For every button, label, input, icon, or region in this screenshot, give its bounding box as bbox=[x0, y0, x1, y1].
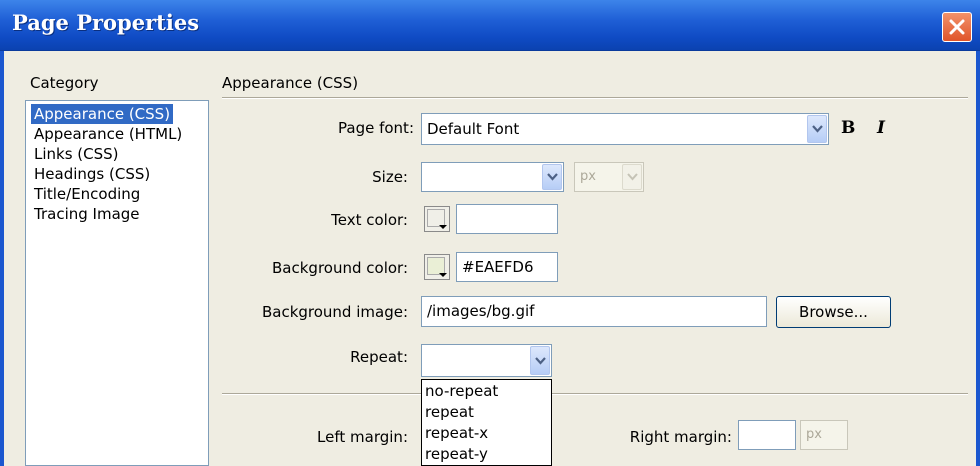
chevron-down-icon bbox=[542, 164, 562, 190]
background-color-value: #EAEFD6 bbox=[462, 258, 534, 276]
section-heading: Appearance (CSS) bbox=[222, 74, 359, 92]
title-bar: Page Properties bbox=[0, 0, 980, 51]
italic-button[interactable]: I bbox=[877, 118, 885, 138]
repeat-label: Repeat: bbox=[350, 348, 408, 366]
text-color-picker[interactable] bbox=[424, 206, 450, 232]
category-item-tracing-image[interactable]: Tracing Image bbox=[31, 204, 143, 224]
background-image-value: /images/bg.gif bbox=[427, 302, 535, 320]
background-image-input[interactable]: /images/bg.gif bbox=[421, 296, 767, 327]
repeat-option-repeat-y[interactable]: repeat-y bbox=[425, 444, 488, 465]
page-font-label: Page font: bbox=[338, 119, 414, 137]
right-margin-unit-value: px bbox=[806, 427, 822, 442]
category-item-appearance-html[interactable]: Appearance (HTML) bbox=[31, 124, 185, 144]
close-button[interactable] bbox=[942, 12, 972, 42]
repeat-dropdown-list[interactable]: no-repeat repeat repeat-x repeat-y bbox=[421, 379, 552, 466]
page-font-select[interactable]: Default Font bbox=[421, 113, 829, 145]
browse-button-label: Browse... bbox=[799, 303, 868, 321]
background-image-label: Background image: bbox=[261, 303, 408, 321]
window-border-left bbox=[0, 51, 4, 466]
repeat-select[interactable] bbox=[421, 344, 552, 377]
margin-divider bbox=[222, 393, 968, 395]
text-color-input[interactable] bbox=[456, 204, 558, 234]
right-margin-input[interactable] bbox=[738, 420, 796, 450]
text-color-label: Text color: bbox=[331, 211, 408, 229]
size-unit-select[interactable]: px bbox=[574, 162, 644, 192]
right-margin-label: Right margin: bbox=[629, 428, 732, 446]
size-select[interactable] bbox=[421, 162, 564, 192]
close-icon bbox=[949, 19, 965, 35]
repeat-option-repeat[interactable]: repeat bbox=[425, 402, 474, 423]
category-item-headings-css[interactable]: Headings (CSS) bbox=[31, 164, 153, 184]
repeat-option-repeat-x[interactable]: repeat-x bbox=[425, 423, 488, 444]
category-list[interactable]: Appearance (CSS) Appearance (HTML) Links… bbox=[25, 100, 209, 466]
background-color-label: Background color: bbox=[272, 259, 408, 277]
category-item-links-css[interactable]: Links (CSS) bbox=[31, 144, 122, 164]
chevron-down-icon bbox=[530, 346, 550, 375]
section-divider bbox=[222, 97, 968, 99]
browse-button[interactable]: Browse... bbox=[776, 296, 891, 328]
right-margin-unit-select[interactable]: px bbox=[800, 420, 848, 450]
repeat-option-no-repeat[interactable]: no-repeat bbox=[425, 381, 498, 402]
window-border-right bbox=[976, 51, 980, 466]
category-heading: Category bbox=[30, 74, 99, 92]
window-title: Page Properties bbox=[12, 10, 200, 35]
background-color-picker[interactable] bbox=[424, 254, 450, 280]
category-item-appearance-css[interactable]: Appearance (CSS) bbox=[31, 104, 174, 124]
page-font-value: Default Font bbox=[427, 120, 520, 138]
bold-button[interactable]: B bbox=[841, 118, 855, 138]
category-item-title-encoding[interactable]: Title/Encoding bbox=[31, 184, 143, 204]
chevron-down-icon bbox=[622, 164, 642, 190]
size-label: Size: bbox=[372, 168, 408, 186]
size-unit-value: px bbox=[580, 169, 596, 184]
chevron-down-icon bbox=[807, 115, 827, 143]
left-margin-label: Left margin: bbox=[317, 428, 408, 446]
background-color-input[interactable]: #EAEFD6 bbox=[456, 252, 558, 282]
